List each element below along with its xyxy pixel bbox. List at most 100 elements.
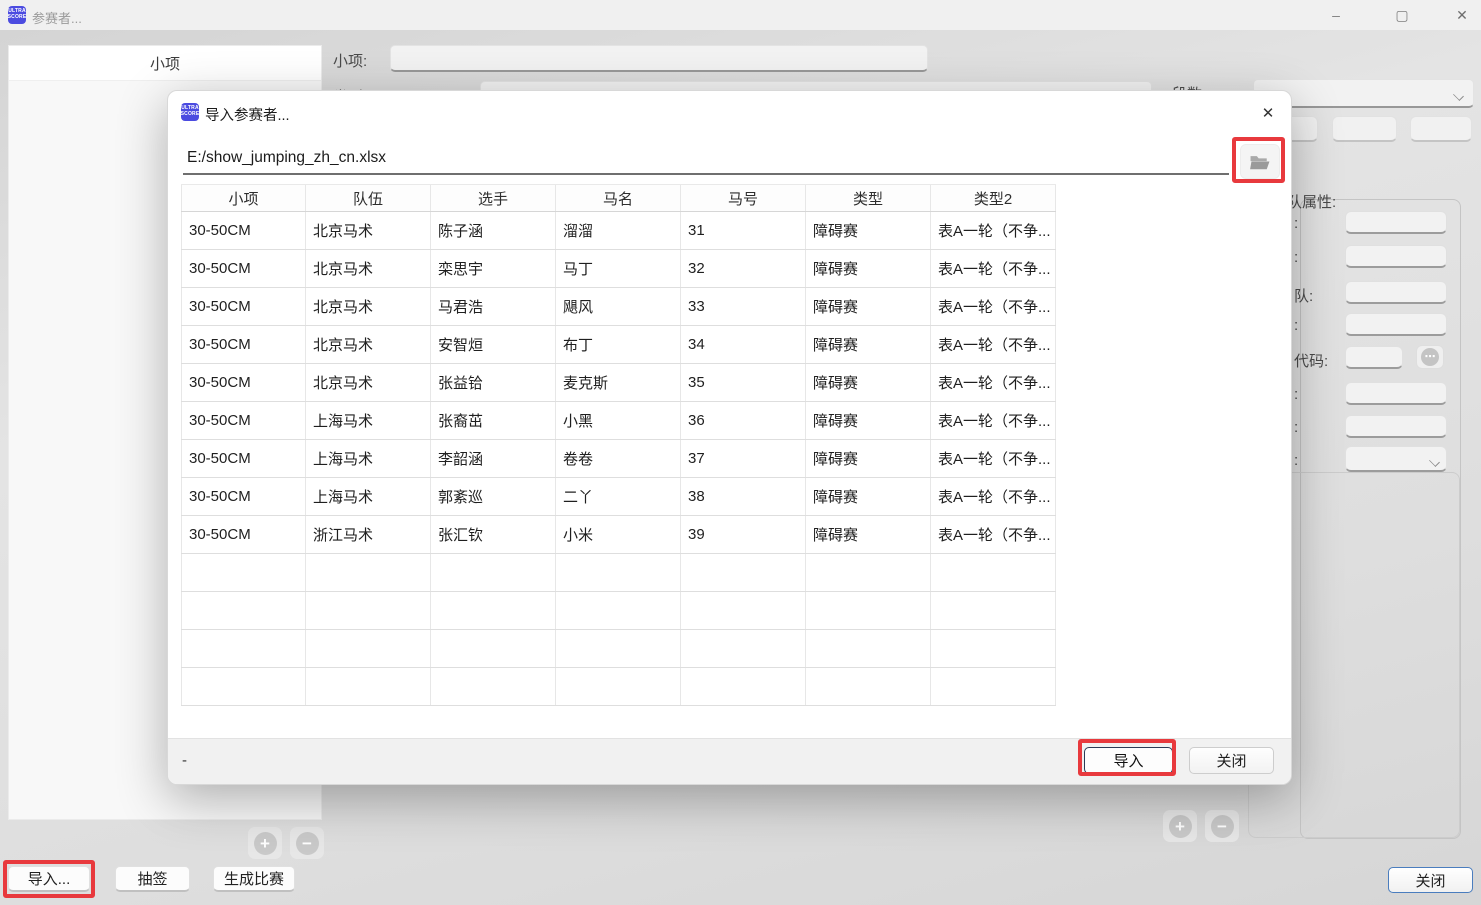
table-row[interactable]: 30-50CM北京马术马君浩飓风33障碍赛表A一轮（不争...: [181, 288, 1056, 326]
table-row[interactable]: 30-50CM北京马术张益铪麦克斯35障碍赛表A一轮（不争...: [181, 364, 1056, 402]
table-row[interactable]: 30-50CM上海马术张裔茁小黑36障碍赛表A一轮（不争...: [181, 402, 1056, 440]
close-icon[interactable]: ✕: [1439, 0, 1481, 30]
table-cell: 30-50CM: [181, 212, 306, 249]
event-list-header: 小项: [9, 46, 321, 81]
table-cell: [931, 554, 1056, 591]
close-button-dialog[interactable]: 关闭: [1189, 747, 1274, 774]
mini-button-2[interactable]: [1332, 116, 1397, 142]
table-cell: 张益铪: [431, 364, 556, 401]
table-cell: 北京马术: [306, 364, 431, 401]
xiaoxiang-label: 小项:: [333, 50, 367, 71]
table-cell: [681, 630, 806, 667]
maximize-icon[interactable]: ▢: [1379, 0, 1425, 30]
import-button-dialog[interactable]: 导入: [1084, 747, 1173, 774]
table-row-empty[interactable]: [181, 554, 1056, 592]
rp-code-input[interactable]: [1345, 346, 1403, 369]
table-cell: [431, 630, 556, 667]
table-cell: 李韶涵: [431, 440, 556, 477]
rp-input-3[interactable]: [1345, 281, 1447, 304]
table-cell: 麦克斯: [556, 364, 681, 401]
close-button-main[interactable]: 关闭: [1388, 867, 1473, 893]
table-cell: 32: [681, 250, 806, 287]
table-cell: [431, 592, 556, 629]
remove-team-button[interactable]: −: [1205, 810, 1239, 842]
table-cell: 北京马术: [306, 326, 431, 363]
table-cell: [681, 668, 806, 705]
table-row[interactable]: 30-50CM浙江马术张汇钦小米39障碍赛表A一轮（不争...: [181, 516, 1056, 554]
rp-label-4: :: [1294, 317, 1298, 334]
draw-lots-button[interactable]: 抽签: [115, 866, 190, 892]
rp-input-7[interactable]: [1345, 415, 1447, 438]
table-cell: 障碍赛: [806, 288, 931, 325]
minimize-icon[interactable]: –: [1313, 0, 1359, 30]
table-cell: 38: [681, 478, 806, 515]
rp-input-6[interactable]: [1345, 382, 1447, 405]
table-row[interactable]: 30-50CM上海马术李韶涵卷卷37障碍赛表A一轮（不争...: [181, 440, 1056, 478]
table-cell: 表A一轮（不争...: [931, 250, 1056, 287]
table-cell: [431, 554, 556, 591]
table-cell: 表A一轮（不争...: [931, 212, 1056, 249]
window-title: 参赛者...: [32, 8, 82, 27]
table-cell: 安智烜: [431, 326, 556, 363]
table-cell: 30-50CM: [181, 402, 306, 439]
add-event-button[interactable]: +: [248, 827, 282, 859]
table-cell: [806, 668, 931, 705]
table-cell: 障碍赛: [806, 250, 931, 287]
table-cell: 上海马术: [306, 402, 431, 439]
rp-label-code: 代码:: [1294, 350, 1328, 371]
table-row[interactable]: 30-50CM北京马术安智烜布丁34障碍赛表A一轮（不争...: [181, 326, 1056, 364]
import-button-main[interactable]: 导入...: [8, 866, 90, 892]
table-cell: 30-50CM: [181, 250, 306, 287]
table-row-empty[interactable]: [181, 630, 1056, 668]
table-cell: 表A一轮（不争...: [931, 478, 1056, 515]
file-path-underline: [183, 173, 1229, 175]
table-row[interactable]: 30-50CM北京马术栾思宇马丁32障碍赛表A一轮（不争...: [181, 250, 1056, 288]
table-cell: [931, 668, 1056, 705]
table-cell: 二丫: [556, 478, 681, 515]
add-team-button[interactable]: +: [1163, 810, 1197, 842]
rp-label-6: :: [1294, 386, 1298, 403]
mini-button-3[interactable]: [1410, 116, 1472, 142]
table-cell: 北京马术: [306, 212, 431, 249]
table-cell: 30-50CM: [181, 516, 306, 553]
rp-input-4[interactable]: [1345, 313, 1447, 336]
table-cell: [806, 554, 931, 591]
browse-file-button[interactable]: [1240, 144, 1280, 179]
table-cell: [556, 668, 681, 705]
import-table[interactable]: 小项队伍选手马名马号类型类型2 30-50CM北京马术陈子涵溜溜31障碍赛表A一…: [181, 184, 1279, 738]
import-dialog: ULTRASCORE 导入参赛者... ✕ E:/show_jumping_zh…: [167, 90, 1292, 785]
table-cell: 小黑: [556, 402, 681, 439]
rp-select[interactable]: [1345, 446, 1447, 472]
file-path-text[interactable]: E:/show_jumping_zh_cn.xlsx: [187, 149, 386, 167]
rp-input-2[interactable]: [1345, 245, 1447, 268]
app-screen: ULTRASCORE 参赛者... – ▢ ✕ 小项 小项: 类型: 段数: 队…: [0, 0, 1481, 905]
rp-input-1[interactable]: [1345, 211, 1447, 234]
table-row-empty[interactable]: [181, 668, 1056, 706]
table-cell: 郭紊巡: [431, 478, 556, 515]
dialog-close-icon[interactable]: ✕: [1251, 98, 1285, 128]
app-logo-icon: ULTRASCORE: [8, 6, 26, 24]
table-cell: 张裔茁: [431, 402, 556, 439]
table-cell: 表A一轮（不争...: [931, 516, 1056, 553]
table-row[interactable]: 30-50CM上海马术郭紊巡二丫38障碍赛表A一轮（不争...: [181, 478, 1056, 516]
table-cell: 37: [681, 440, 806, 477]
table-cell: [181, 630, 306, 667]
generate-competition-button[interactable]: 生成比赛: [213, 866, 295, 892]
table-cell: 北京马术: [306, 288, 431, 325]
xiaoxiang-input[interactable]: [390, 45, 928, 72]
code-browse-button[interactable]: ⋯: [1416, 345, 1444, 369]
dialog-footer: - 导入 关闭: [168, 738, 1291, 784]
table-cell: 障碍赛: [806, 478, 931, 515]
remove-event-button[interactable]: −: [290, 827, 324, 859]
table-row-empty[interactable]: [181, 592, 1056, 630]
table-cell: 30-50CM: [181, 478, 306, 515]
rp-label-8: :: [1294, 452, 1298, 469]
table-cell: 飓风: [556, 288, 681, 325]
table-cell: [931, 592, 1056, 629]
table-row[interactable]: 30-50CM北京马术陈子涵溜溜31障碍赛表A一轮（不争...: [181, 212, 1056, 250]
table-cell: 表A一轮（不争...: [931, 288, 1056, 325]
dialog-title: 导入参赛者...: [205, 104, 290, 125]
table-cell: 马君浩: [431, 288, 556, 325]
table-cell: 障碍赛: [806, 326, 931, 363]
table-cell: 浙江马术: [306, 516, 431, 553]
